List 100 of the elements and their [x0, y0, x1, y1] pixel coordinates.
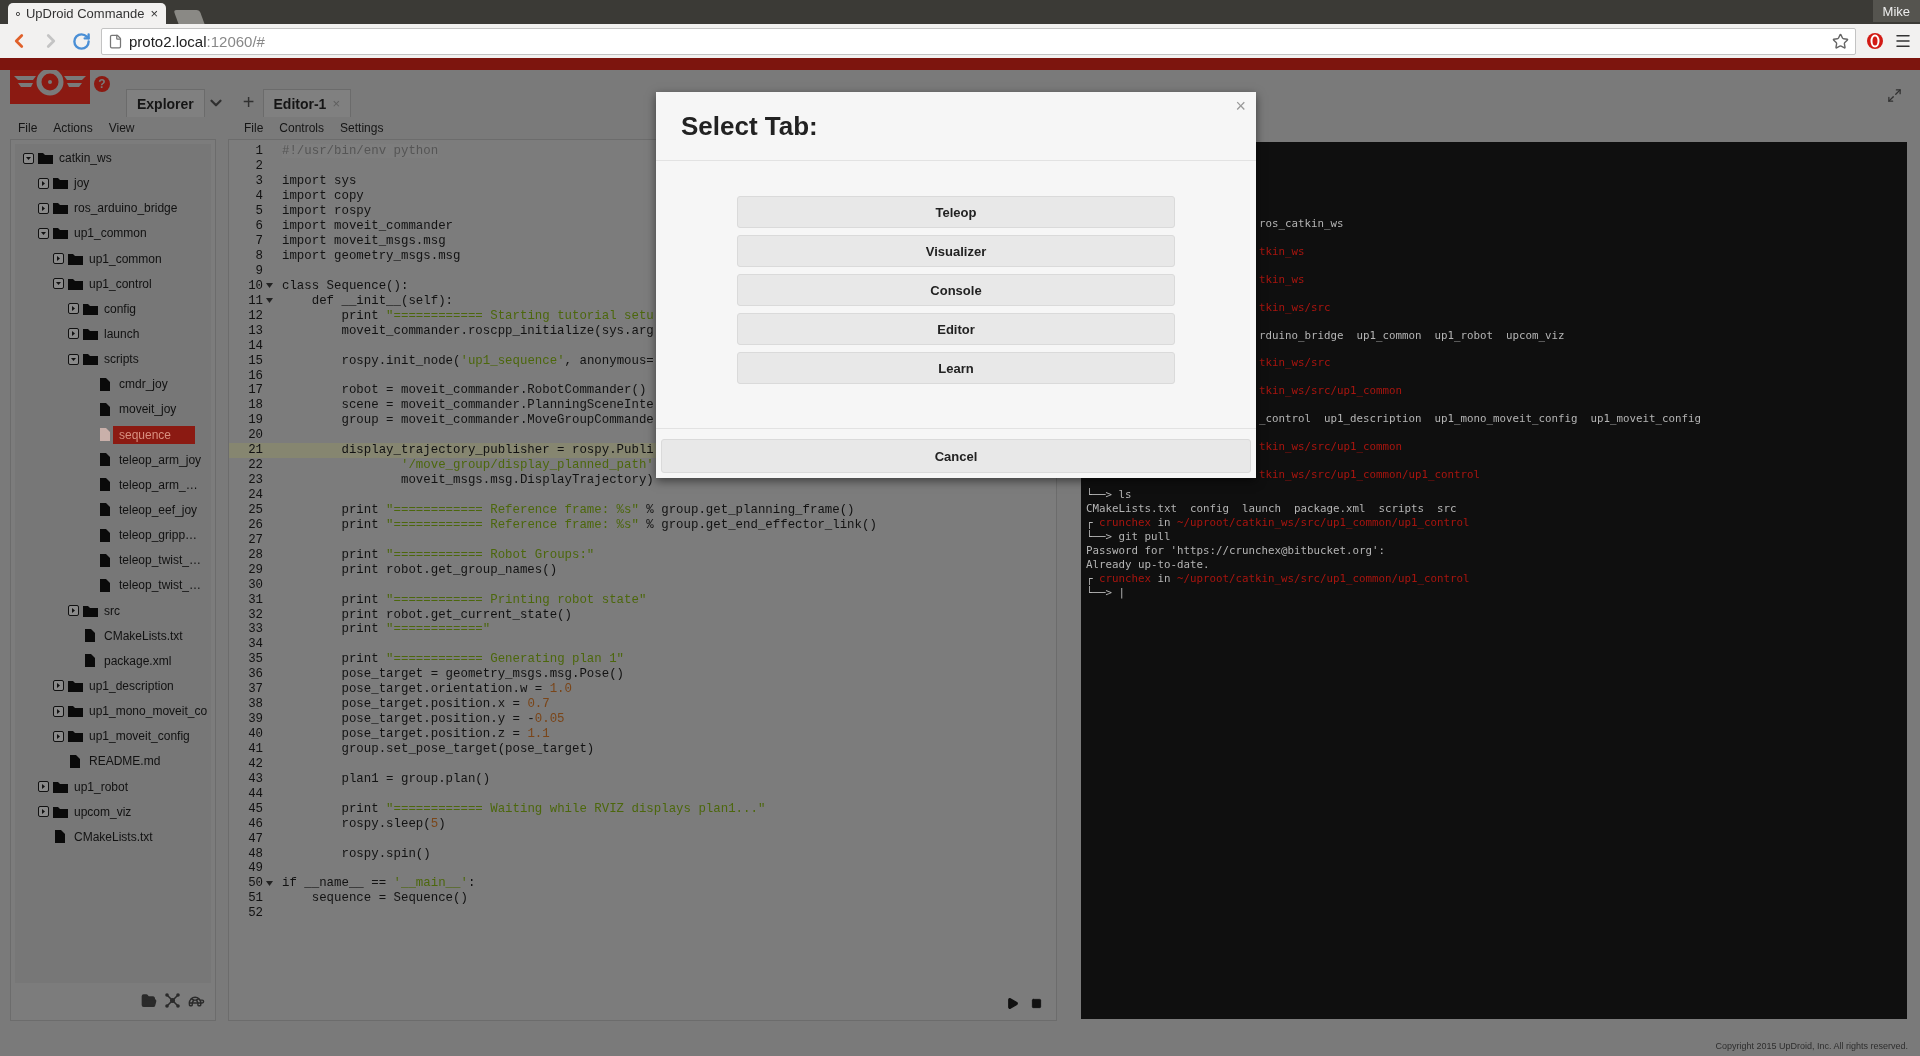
menu-item[interactable]: File — [10, 121, 46, 135]
tree-item[interactable]: teleop_gripp… — [113, 526, 222, 545]
tree-item[interactable]: sequence — [113, 425, 196, 444]
expand-toggle-icon[interactable] — [38, 781, 49, 792]
expand-toggle-icon[interactable] — [68, 605, 79, 617]
new-tab-button[interactable] — [173, 10, 205, 24]
explorer-tab[interactable]: Explorer — [126, 89, 205, 117]
open-folder-icon[interactable] — [141, 993, 157, 1009]
terminal-line: tkin_ws/src — [1259, 356, 1332, 371]
reload-icon[interactable] — [72, 31, 91, 51]
expand-toggle-icon[interactable] — [53, 705, 64, 717]
tree-item[interactable]: moveit_joy — [113, 400, 201, 419]
tab-close-button[interactable]: × — [150, 6, 158, 21]
tree-item[interactable]: joy — [68, 174, 114, 193]
collapse-toggle-icon[interactable] — [23, 152, 34, 164]
tree-item[interactable]: teleop_arm_joy — [113, 450, 226, 469]
tree-item[interactable]: up1_common — [68, 224, 171, 243]
stop-icon[interactable] — [1031, 998, 1042, 1009]
tree-item[interactable]: config — [98, 299, 161, 318]
expand-toggle-icon[interactable] — [68, 303, 79, 315]
terminal-line: tkin_ws — [1259, 272, 1306, 287]
expand-toggle-icon[interactable] — [38, 202, 49, 214]
expand-toggle-icon[interactable] — [38, 177, 49, 189]
expand-toggle-icon[interactable] — [53, 253, 64, 265]
code-line: plan1 = group.plan() — [340, 771, 491, 786]
tree-item[interactable]: teleop_eef_joy — [113, 500, 222, 519]
tab-option-button[interactable]: Learn — [737, 352, 1175, 384]
nodes-icon[interactable] — [165, 993, 180, 1008]
line-number: 41 — [247, 741, 263, 756]
tab-option-button[interactable]: Console — [737, 274, 1175, 306]
close-button[interactable]: × — [1231, 96, 1250, 117]
user-name[interactable]: Mike — [1872, 0, 1920, 22]
tree-item[interactable]: up1_common — [83, 249, 186, 268]
terminal-line: tkin_ws — [1259, 244, 1306, 259]
bookmark-star-icon[interactable] — [1832, 32, 1849, 50]
help-button[interactable]: ? — [94, 76, 110, 92]
expand-toggle-icon[interactable] — [53, 730, 64, 742]
tab-option-button[interactable]: Visualizer — [737, 235, 1175, 267]
collapse-toggle-icon[interactable] — [53, 278, 64, 290]
tree-item[interactable]: up1_robot — [68, 777, 153, 796]
fold-arrow-icon[interactable] — [266, 298, 273, 304]
fold-arrow-icon[interactable] — [266, 283, 273, 289]
expand-toggle-icon[interactable] — [53, 680, 64, 692]
line-number: 51 — [247, 891, 263, 906]
tree-item[interactable]: cmdr_joy — [113, 375, 192, 394]
expand-toggle-icon[interactable] — [38, 806, 49, 818]
tree-item[interactable]: up1_moveit_config — [83, 727, 214, 746]
tree-item[interactable]: teleop_arm_… — [113, 475, 222, 494]
tab-option-button[interactable]: Editor — [737, 313, 1175, 345]
line-number: 33 — [247, 622, 263, 637]
line-number: 2 — [254, 159, 263, 174]
code-line: print "============ Reference frame: %s" % group.get_end_effector_link() — [340, 517, 877, 532]
tree-item[interactable]: up1_mono_moveit_co — [83, 702, 232, 721]
collapse-toggle-icon[interactable] — [68, 353, 79, 365]
tree-item[interactable]: CMakeLists.txt — [68, 827, 177, 846]
tree-item[interactable]: CMakeLists.txt — [98, 626, 207, 645]
expand-toggle-icon[interactable] — [68, 328, 79, 340]
line-number: 26 — [247, 517, 263, 532]
tree-item[interactable]: README.md — [83, 752, 185, 771]
browser-tab[interactable]: UpDroid Commande × — [8, 3, 166, 24]
line-number: 27 — [247, 532, 263, 547]
line-number: 3 — [254, 174, 263, 189]
play-icon[interactable] — [1006, 997, 1019, 1010]
collapse-toggle-icon[interactable] — [38, 227, 49, 239]
folder-icon — [53, 227, 68, 240]
tree-item[interactable]: src — [98, 601, 144, 620]
line-number: 8 — [254, 249, 263, 264]
fold-arrow-icon[interactable] — [266, 880, 273, 886]
tree-item[interactable]: up1_description — [83, 676, 198, 695]
menu-item[interactable]: Controls — [271, 121, 333, 135]
tree-item[interactable]: catkin_ws — [53, 149, 136, 167]
menu-item[interactable]: Actions — [45, 121, 101, 135]
cancel-button[interactable]: Cancel — [661, 439, 1251, 473]
line-number: 20 — [247, 428, 263, 443]
address-field[interactable]: proto2.local:12060/# — [101, 27, 1856, 55]
line-number: 38 — [247, 697, 263, 712]
tree-item[interactable]: launch — [98, 325, 164, 343]
tree-item[interactable]: package.xml — [98, 651, 196, 670]
menu-item[interactable]: View — [100, 121, 143, 135]
tree-item[interactable]: ros_arduino_bridge — [68, 199, 202, 218]
folder-icon — [68, 730, 83, 743]
tree-item[interactable]: teleop_twist_… — [113, 576, 226, 595]
ring-extension-icon[interactable] — [1866, 32, 1884, 50]
menu-item[interactable]: File — [236, 121, 272, 135]
add-tab-button[interactable]: + — [242, 91, 255, 114]
terminal[interactable] — [1081, 142, 1907, 1019]
editor-tab[interactable]: Editor-1 × — [262, 89, 351, 117]
expand-icon[interactable] — [1887, 88, 1902, 103]
tree-item[interactable]: up1_control — [83, 274, 176, 293]
line-number: 21 — [247, 443, 263, 458]
tree-item[interactable]: upcom_viz — [68, 802, 156, 821]
line-number: 34 — [247, 637, 263, 652]
tree-item[interactable]: teleop_twist_… — [113, 551, 226, 570]
tree-item[interactable]: scripts — [98, 350, 163, 369]
menu-item[interactable]: Settings — [332, 121, 392, 135]
menu-icon[interactable] — [1894, 32, 1912, 50]
code-line: print "============ Generating plan 1" — [340, 652, 625, 667]
tab-option-button[interactable]: Teleop — [737, 196, 1175, 228]
line-number: 22 — [247, 458, 263, 473]
file-icon — [55, 830, 65, 844]
